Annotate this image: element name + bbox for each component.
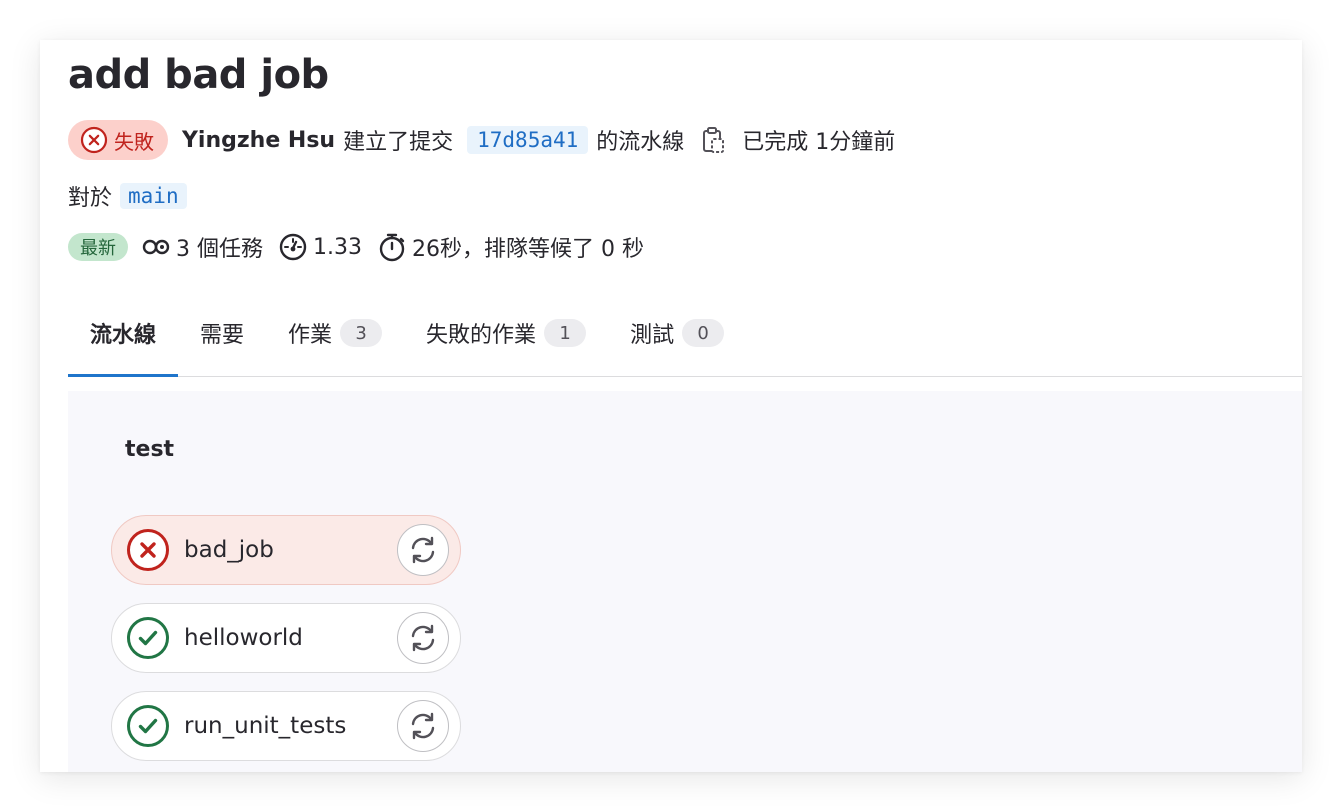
tab-label: 流水線 [90,323,157,348]
pipeline-stats-row: 最新 3 個任務 1.33 26秒，排隊等候了 0 秒 [68,230,660,264]
retry-icon [411,712,435,740]
latest-badge: 最新 [68,233,128,261]
commit-sha-link[interactable]: 17d85a41 [467,126,589,154]
pipeline-content: add bad job 失敗 Yingzhe Hsu 建立了提交 17d85a4… [68,40,1302,772]
tab-count-badge: 1 [544,319,587,347]
compute-stat: 1.33 [279,233,362,261]
status-failed-icon [126,528,170,572]
tab-count-badge: 3 [340,319,383,347]
job-name: run_unit_tests [184,713,347,739]
for-label: 對於 [68,186,113,211]
status-badge[interactable]: 失敗 [68,120,168,160]
clipboard-icon [703,127,725,153]
retry-button[interactable] [397,612,449,664]
gauge-icon [279,233,307,261]
retry-icon [411,624,435,652]
tab-label: 測試 [630,323,675,348]
pipeline-suffix-text: 的流水線 [596,130,685,155]
branch-link[interactable]: main [120,183,187,209]
tab-count-badge: 0 [682,319,725,347]
tab-jobs[interactable]: 作業 3 [266,290,404,376]
jobs-count-text: 3 個任務 [176,237,263,262]
duration-stat: 26秒，排隊等候了 0 秒 [378,231,644,263]
page-title: add bad job [68,52,329,98]
job-item-bad-job[interactable]: bad_job [111,515,461,585]
tab-tests[interactable]: 測試 0 [608,290,746,376]
finished-time-text: 已完成 1分鐘前 [742,130,896,155]
retry-button[interactable] [397,700,449,752]
retry-icon [411,536,435,564]
pipeline-graph: test bad_job helloworld run_unit_tests [68,391,1302,772]
tab-needs[interactable]: 需要 [178,290,266,376]
pipeline-page: add bad job 失敗 Yingzhe Hsu 建立了提交 17d85a4… [40,40,1302,772]
tab-label: 需要 [200,323,245,348]
tab-label: 失敗的作業 [426,323,537,348]
pipeline-ref-row: 對於 main [68,179,187,213]
pipeline-icon [142,239,170,255]
copy-commit-sha-button[interactable] [698,124,728,156]
compute-text: 1.33 [313,234,362,260]
job-name: helloworld [184,625,303,651]
duration-text: 26秒，排隊等候了 0 秒 [411,237,644,262]
pipeline-header-meta: 失敗 Yingzhe Hsu 建立了提交 17d85a41 的流水線 已完成 1… [68,119,895,161]
status-success-icon [126,616,170,660]
tab-pipeline[interactable]: 流水線 [68,290,179,377]
status-success-icon [126,704,170,748]
status-failed-icon [80,126,108,154]
job-item-run-unit-tests[interactable]: run_unit_tests [111,691,461,761]
tab-label: 作業 [288,323,333,348]
pipeline-tabs: 流水線 需要 作業 3 失敗的作業 1 測試 0 [68,290,1302,377]
jobs-count-stat: 3 個任務 [142,231,263,263]
stage-name: test [125,437,175,462]
job-name: bad_job [184,537,274,563]
status-label: 失敗 [114,129,154,154]
job-item-helloworld[interactable]: helloworld [111,603,461,673]
author-link[interactable]: Yingzhe Hsu [182,128,335,153]
tab-failed-jobs[interactable]: 失敗的作業 1 [404,290,608,376]
stopwatch-icon [379,233,405,262]
retry-button[interactable] [397,524,449,576]
created-commit-text: 建立了提交 [343,130,454,155]
